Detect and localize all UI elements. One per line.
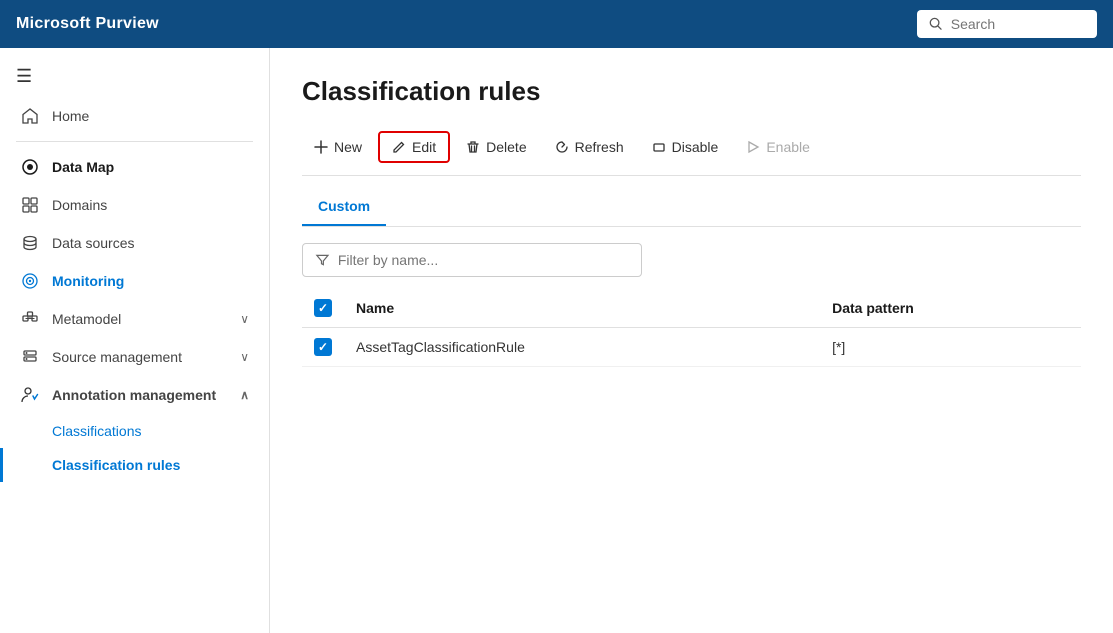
annotation-management-icon [20, 386, 40, 404]
main-content: Classification rules New Edit [270, 48, 1113, 633]
sidebar-item-annotation-management[interactable]: Annotation management ∧ [0, 376, 269, 414]
filter-input-box[interactable] [302, 243, 642, 277]
data-table: Name Data pattern AssetTagClassification… [302, 289, 1081, 367]
sidebar-sub-label-classifications: Classifications [52, 423, 141, 439]
refresh-label: Refresh [575, 139, 624, 155]
filter-input[interactable] [338, 252, 629, 268]
sidebar-item-source-management[interactable]: Source management ∨ [0, 338, 269, 376]
source-management-icon [20, 348, 40, 366]
sidebar-label-metamodel: Metamodel [52, 311, 121, 327]
disable-button[interactable]: Disable [640, 133, 731, 161]
home-icon [20, 107, 40, 125]
refresh-icon [555, 140, 569, 154]
sidebar-label-annotation-management: Annotation management [52, 387, 216, 403]
delete-label: Delete [486, 139, 526, 155]
monitoring-icon [20, 272, 40, 290]
sidebar-item-domains[interactable]: Domains [0, 186, 269, 224]
sidebar-label-data-map: Data Map [52, 159, 114, 175]
row-data-pattern: [*] [820, 328, 1081, 367]
plus-icon [314, 140, 328, 154]
search-input[interactable] [951, 16, 1085, 32]
tab-custom[interactable]: Custom [302, 188, 386, 226]
search-icon [929, 16, 943, 32]
refresh-button[interactable]: Refresh [543, 133, 636, 161]
sidebar: ☰ Home Data Map [0, 48, 270, 633]
search-box[interactable] [917, 10, 1097, 38]
table-header-data-pattern: Data pattern [820, 289, 1081, 328]
sidebar-item-data-map[interactable]: Data Map [0, 148, 269, 186]
trash-icon [466, 140, 480, 154]
filter-bar [302, 243, 1081, 277]
chevron-up-icon: ∧ [240, 388, 249, 402]
new-button[interactable]: New [302, 133, 374, 161]
sidebar-label-source-management: Source management [52, 349, 182, 365]
sidebar-label-data-sources: Data sources [52, 235, 134, 251]
chevron-down-icon: ∨ [240, 312, 249, 326]
chevron-down-icon-2: ∨ [240, 350, 249, 364]
enable-button[interactable]: Enable [734, 133, 822, 161]
row-checkbox[interactable] [314, 338, 332, 356]
edit-button[interactable]: Edit [378, 131, 450, 163]
topbar: Microsoft Purview [0, 0, 1113, 48]
page-title: Classification rules [302, 76, 1081, 107]
main-layout: ☰ Home Data Map [0, 48, 1113, 633]
disable-icon [652, 140, 666, 154]
edit-icon [392, 140, 406, 154]
row-checkbox-cell[interactable] [302, 328, 344, 367]
table-row: AssetTagClassificationRule [*] [302, 328, 1081, 367]
sidebar-sub-item-classifications[interactable]: Classifications [0, 414, 269, 448]
sidebar-sub-item-classification-rules[interactable]: Classification rules [0, 448, 269, 482]
sidebar-item-home[interactable]: Home [0, 97, 269, 135]
sidebar-label-home: Home [52, 108, 89, 124]
app-title: Microsoft Purview [16, 15, 159, 33]
filter-icon [315, 252, 330, 268]
row-name: AssetTagClassificationRule [344, 328, 820, 367]
sidebar-item-data-sources[interactable]: Data sources [0, 224, 269, 262]
enable-label: Enable [766, 139, 810, 155]
header-checkbox[interactable] [314, 299, 332, 317]
tabs: Custom [302, 188, 1081, 227]
metamodel-icon [20, 310, 40, 328]
new-label: New [334, 139, 362, 155]
hamburger-menu[interactable]: ☰ [0, 56, 269, 97]
sidebar-item-metamodel[interactable]: Metamodel ∨ [0, 300, 269, 338]
table-header-checkbox [302, 289, 344, 328]
data-sources-icon [20, 234, 40, 252]
sidebar-label-monitoring: Monitoring [52, 273, 124, 289]
delete-button[interactable]: Delete [454, 133, 538, 161]
enable-icon [746, 140, 760, 154]
sidebar-item-monitoring[interactable]: Monitoring [0, 262, 269, 300]
domains-icon [20, 196, 40, 214]
data-map-icon [20, 158, 40, 176]
sidebar-sub-label-classification-rules: Classification rules [52, 457, 180, 473]
edit-label: Edit [412, 139, 436, 155]
disable-label: Disable [672, 139, 719, 155]
table-header-name: Name [344, 289, 820, 328]
toolbar: New Edit Delete Refresh [302, 131, 1081, 176]
sidebar-label-domains: Domains [52, 197, 107, 213]
sidebar-divider-1 [16, 141, 253, 142]
